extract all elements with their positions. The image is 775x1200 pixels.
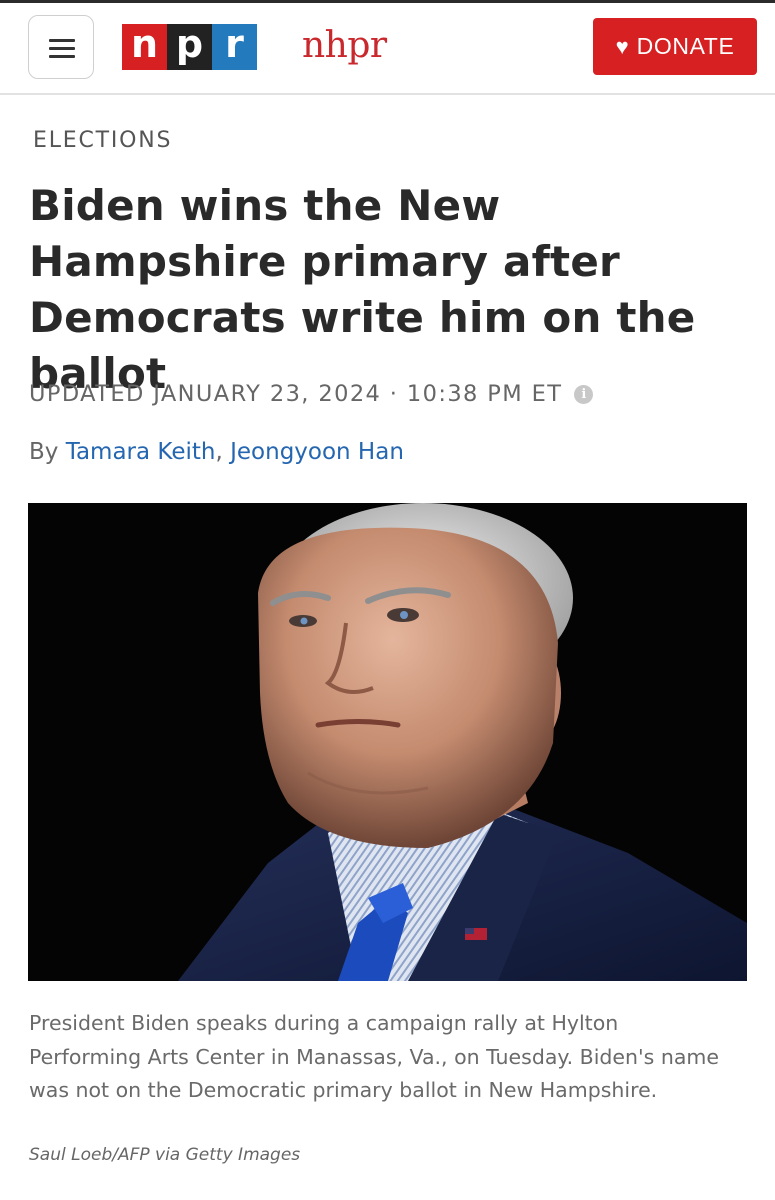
photo-credit: Saul Loeb/AFP via Getty Images bbox=[29, 1145, 301, 1165]
article-photo bbox=[28, 503, 747, 981]
station-logo[interactable]: nhpr bbox=[302, 25, 387, 66]
author-link-jeongyoon-han[interactable]: Jeongyoon Han bbox=[230, 439, 404, 465]
site-header: n p r nhpr ♥ DONATE bbox=[0, 3, 775, 95]
npr-logo-letter-n: n bbox=[122, 24, 167, 70]
info-icon[interactable]: i bbox=[574, 384, 594, 404]
author-separator: , bbox=[215, 439, 231, 465]
donate-button[interactable]: ♥ DONATE bbox=[593, 18, 757, 75]
menu-button[interactable] bbox=[28, 15, 94, 79]
byline: By Tamara Keith, Jeongyoon Han bbox=[29, 439, 404, 465]
dateline-text: UPDATED JANUARY 23, 2024 · 10:38 PM ET bbox=[29, 381, 563, 407]
heart-icon: ♥ bbox=[615, 33, 629, 59]
donate-label: DONATE bbox=[636, 33, 735, 59]
hamburger-menu-icon bbox=[49, 39, 75, 42]
author-link-tamara-keith[interactable]: Tamara Keith bbox=[66, 439, 216, 465]
section-label[interactable]: ELECTIONS bbox=[33, 128, 172, 153]
byline-prefix: By bbox=[29, 439, 66, 465]
dateline: UPDATED JANUARY 23, 2024 · 10:38 PM ET i bbox=[29, 381, 594, 407]
npr-logo-letter-r: r bbox=[212, 24, 257, 70]
npr-logo-letter-p: p bbox=[167, 24, 212, 70]
npr-logo[interactable]: n p r bbox=[122, 24, 257, 70]
article-headline: Biden wins the New Hampshire primary aft… bbox=[29, 181, 696, 398]
photo-caption: President Biden speaks during a campaign… bbox=[29, 1011, 719, 1102]
